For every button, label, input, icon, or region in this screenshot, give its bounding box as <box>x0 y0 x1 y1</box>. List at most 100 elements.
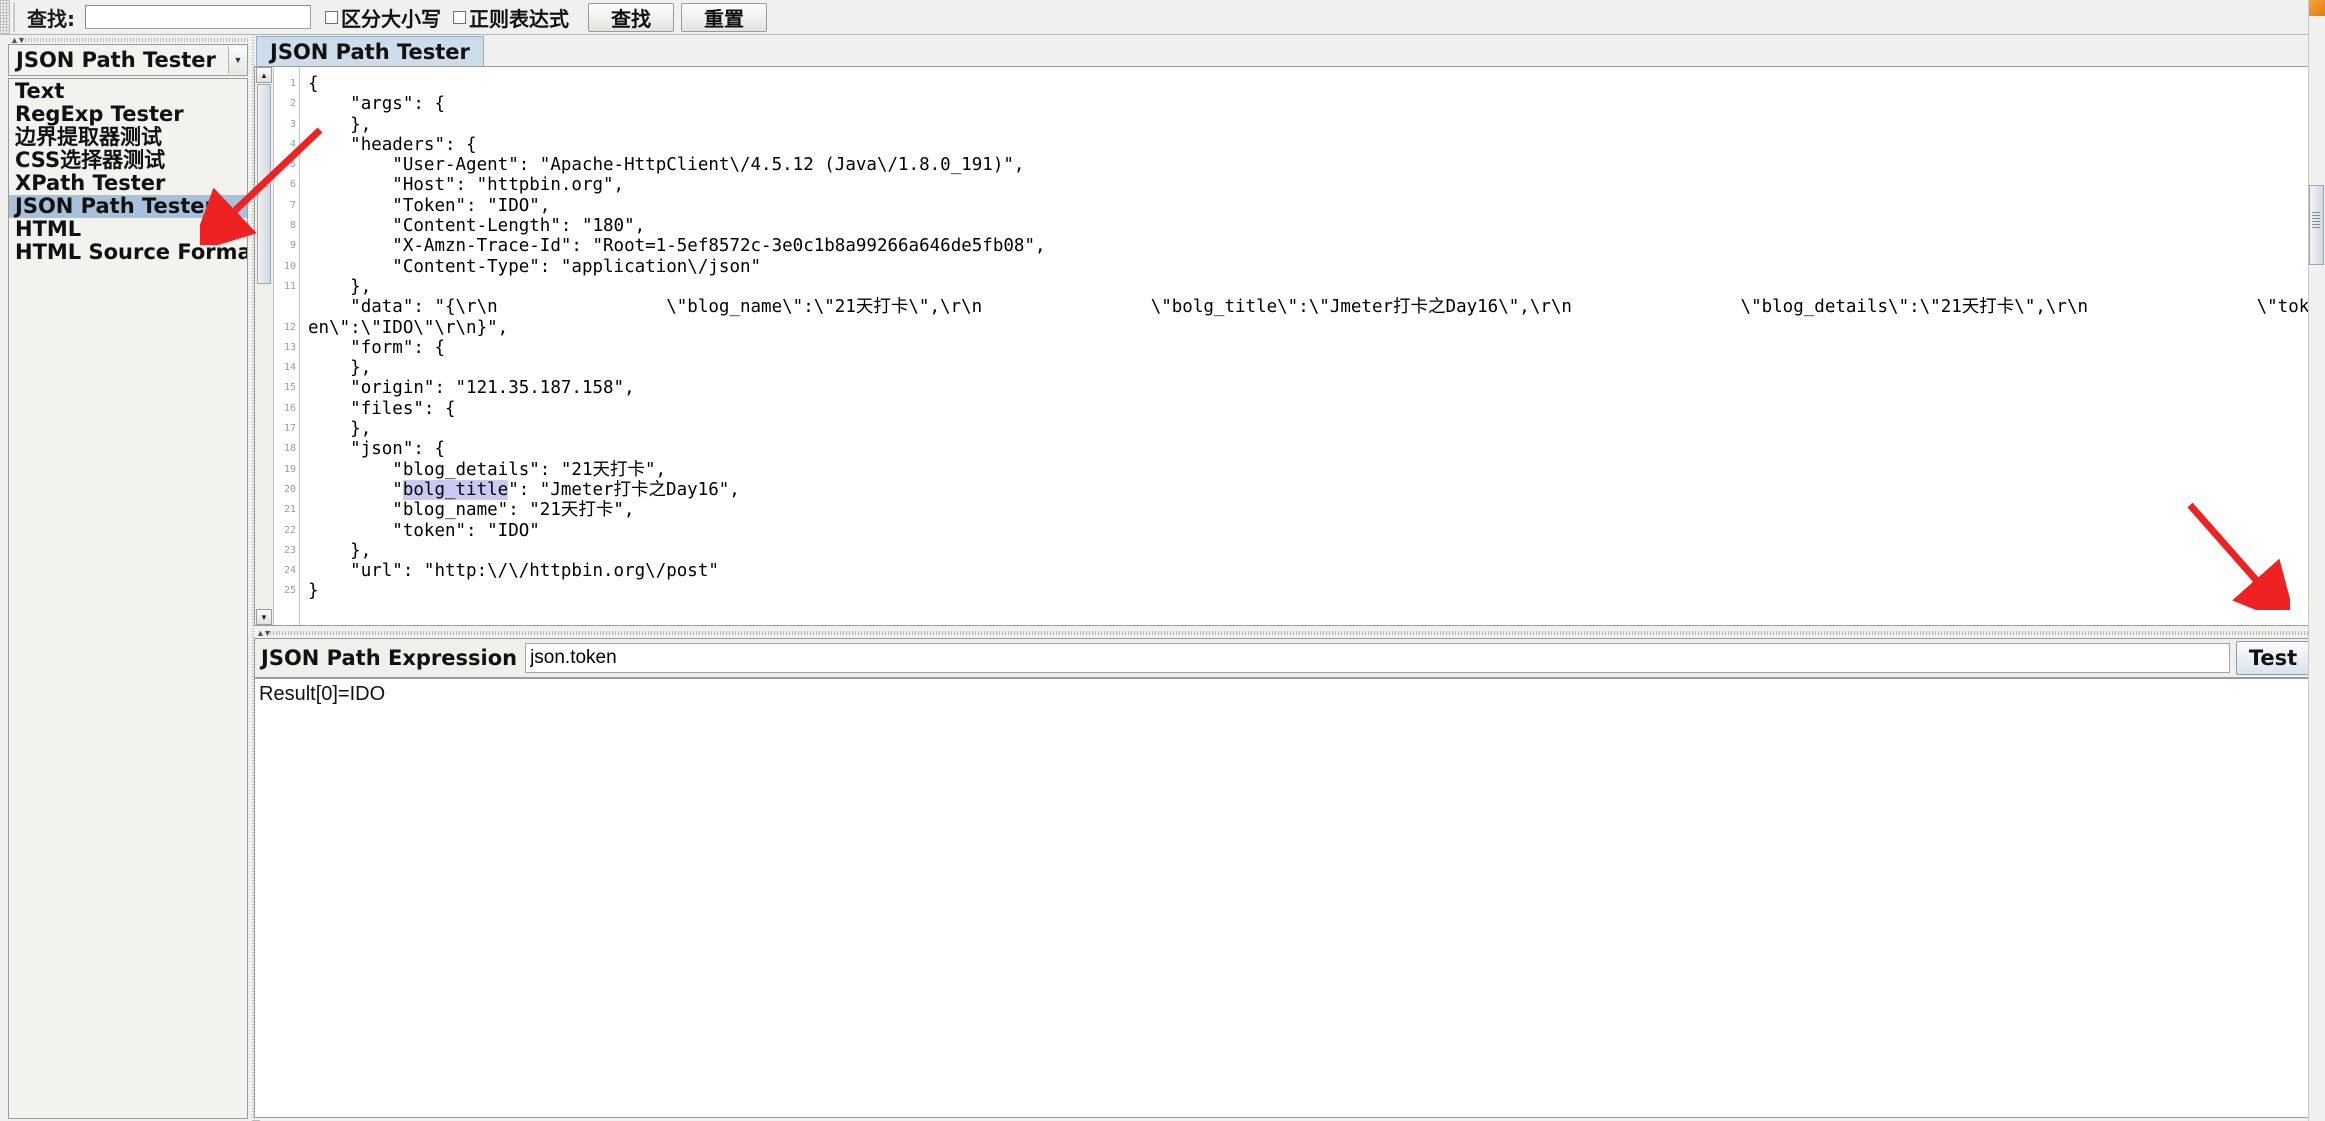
list-item[interactable]: XPath Tester <box>9 172 247 195</box>
search-toolbar: 查找: 区分大小写 正则表达式 查找 重置 <box>0 0 2325 35</box>
list-item[interactable]: JSON Path Tester <box>9 195 247 218</box>
line-number: 3 <box>289 118 296 130</box>
line-number-gutter: 1 2 3 4 5 6 7 8 9 10 11 12 13 14 15 16 17 18 19 20 21 22 23 24 2… <box>274 67 300 625</box>
split-collapse-down-icon[interactable]: ▼ <box>17 36 26 45</box>
code-line[interactable]: "files": { <box>308 399 2316 419</box>
code-line[interactable]: "blog_name": "21天打卡", <box>308 500 2316 520</box>
code-line[interactable]: "headers": { <box>308 135 2316 155</box>
code-line[interactable]: "Content-Type": "application\/json" <box>308 257 2316 277</box>
line-number: 19 <box>283 463 296 475</box>
code-line[interactable]: "blog_details": "21天打卡", <box>308 460 2316 480</box>
code-line[interactable]: "token": "IDO" <box>308 521 2316 541</box>
code-scroll-down-icon[interactable]: ▼ <box>256 609 272 625</box>
selected-text-highlight: bolg_title <box>402 479 509 500</box>
left-panel: ▲ ▼ JSON Path Tester ▼ Text RegExp Tester… <box>8 36 248 1121</box>
code-line[interactable]: "Host": "httpbin.org", <box>308 175 2316 195</box>
list-item[interactable]: RegExp Tester <box>9 103 247 126</box>
search-input[interactable] <box>85 5 311 29</box>
list-item[interactable]: HTML <box>9 218 247 241</box>
code-line[interactable]: }, <box>308 541 2316 561</box>
code-line[interactable]: "form": { <box>308 338 2316 358</box>
chevron-down-icon[interactable]: ▼ <box>228 46 247 74</box>
code-line[interactable]: }, <box>308 358 2316 378</box>
list-item[interactable]: HTML Source Formatted <box>9 241 247 261</box>
line-number: 1 <box>289 78 296 89</box>
left-split-divider[interactable]: ▲ ▼ <box>8 36 248 45</box>
code-line[interactable]: "bolg_title": "Jmeter打卡之Day16", <box>308 479 2316 500</box>
line-number: 9 <box>289 240 296 252</box>
jmeter-results-tree-window: 查找: 区分大小写 正则表达式 查找 重置 ▲ ▼ JSON Path Test… <box>0 0 2325 1121</box>
regex-checkbox[interactable]: 正则表达式 <box>453 3 569 32</box>
line-number: 22 <box>283 524 296 536</box>
checkbox-box-regex <box>453 10 466 24</box>
tab-json-path-tester[interactable]: JSON Path Tester <box>256 36 484 66</box>
code-line[interactable]: "User-Agent": "Apache-HttpClient\/4.5.12… <box>308 155 2316 175</box>
line-number: 10 <box>283 260 296 272</box>
list-item[interactable]: CSS选择器测试 <box>9 149 247 172</box>
window-corner-indicator <box>2309 0 2325 16</box>
find-button[interactable]: 查找 <box>588 2 674 32</box>
line-number: 20 <box>283 483 296 495</box>
line-number: 2 <box>289 98 296 110</box>
list-item[interactable]: Text <box>9 80 247 103</box>
case-sensitive-checkbox[interactable]: 区分大小写 <box>325 3 441 32</box>
code-line[interactable]: "Content-Length": "180", <box>308 216 2316 236</box>
regex-label: 正则表达式 <box>469 6 569 31</box>
line-number: 12 <box>283 322 296 334</box>
list-item[interactable]: 边界提取器测试 <box>9 126 247 149</box>
json-path-result-area[interactable]: Result[0]=IDO <box>254 678 2317 1118</box>
code-scrollbar[interactable]: ▲ ▼ <box>255 67 274 625</box>
line-number: 18 <box>283 443 296 455</box>
line-number: 14 <box>283 362 296 374</box>
code-line[interactable]: }, <box>308 115 2316 135</box>
line-number: 23 <box>283 544 296 556</box>
case-sensitive-label: 区分大小写 <box>341 6 441 31</box>
code-scroll-up-icon[interactable]: ▲ <box>256 67 272 83</box>
window-scrollbar-grip-icon <box>2312 210 2320 228</box>
test-button[interactable]: Test <box>2236 641 2310 675</box>
line-number: 6 <box>289 179 296 191</box>
line-number: 4 <box>289 138 296 150</box>
renderer-list[interactable]: Text RegExp Tester 边界提取器测试 CSS选择器测试 XPath Te… <box>8 78 248 262</box>
code-line[interactable]: "url": "http:\/\/httpbin.org\/post" <box>308 561 2316 581</box>
code-line[interactable]: { <box>308 74 2316 94</box>
tab-strip: JSON Path Tester <box>254 36 2317 67</box>
line-number: 16 <box>283 402 296 414</box>
toolbar-separator <box>12 2 15 32</box>
code-line[interactable]: "json": { <box>308 439 2316 459</box>
code-line[interactable]: "origin": "121.35.187.158", <box>308 378 2316 398</box>
mid-split-down-icon[interactable]: ▼ <box>263 628 272 638</box>
renderer-list-items: Text RegExp Tester 边界提取器测试 CSS选择器测试 XPath Te… <box>9 79 247 261</box>
code-scrollbar-thumb[interactable] <box>257 84 271 284</box>
code-line[interactable]: "args": { <box>308 94 2316 114</box>
right-panel: JSON Path Tester ▲ ▼ 1 2 3 4 5 6 7 8 9 10 11 12 13 14… <box>252 36 2317 1121</box>
code-line[interactable]: } <box>308 581 2316 601</box>
json-path-expression-row: JSON Path Expression Test <box>254 638 2317 678</box>
line-number: 25 <box>283 585 296 597</box>
json-response-viewer[interactable]: ▲ ▼ 1 2 3 4 5 6 7 8 9 10 11 12 13 14 15 16 17 18 19 20 21 22 2… <box>254 66 2317 626</box>
toolbar-drag-handle[interactable] <box>0 0 10 34</box>
renderer-combobox[interactable]: JSON Path Tester ▼ <box>8 44 248 76</box>
line-number: 8 <box>289 220 296 232</box>
reset-button[interactable]: 重置 <box>681 2 767 32</box>
json-path-expression-input[interactable] <box>525 643 2230 673</box>
line-number: 21 <box>283 504 296 516</box>
find-label: 查找: <box>27 6 75 31</box>
window-scrollbar[interactable]: ▲ <box>2308 0 2325 1121</box>
json-code-text[interactable]: { "args": { }, "headers": { "User-Agent"… <box>300 67 2316 625</box>
line-number: 11 <box>283 280 296 292</box>
code-line[interactable]: "Token": "IDO", <box>308 196 2316 216</box>
code-line[interactable]: }, <box>308 419 2316 439</box>
code-line[interactable]: "data": "{\r\n \"blog_name\":\"21天打卡\",\… <box>308 297 2316 338</box>
renderer-combobox-value: JSON Path Tester <box>16 48 216 72</box>
horizontal-split-divider[interactable]: ▲ ▼ <box>254 628 2317 638</box>
code-line[interactable]: "X-Amzn-Trace-Id": "Root=1-5ef8572c-3e0c… <box>308 236 2316 256</box>
line-number: 13 <box>283 341 296 353</box>
checkbox-box-case <box>325 10 338 24</box>
mid-split-grip-dots <box>270 631 2317 635</box>
line-number: 5 <box>289 159 296 171</box>
line-number: 24 <box>283 565 296 577</box>
json-path-expression-label: JSON Path Expression <box>261 646 518 670</box>
code-line[interactable]: }, <box>308 277 2316 297</box>
code-scrollbar-track[interactable] <box>257 284 271 609</box>
